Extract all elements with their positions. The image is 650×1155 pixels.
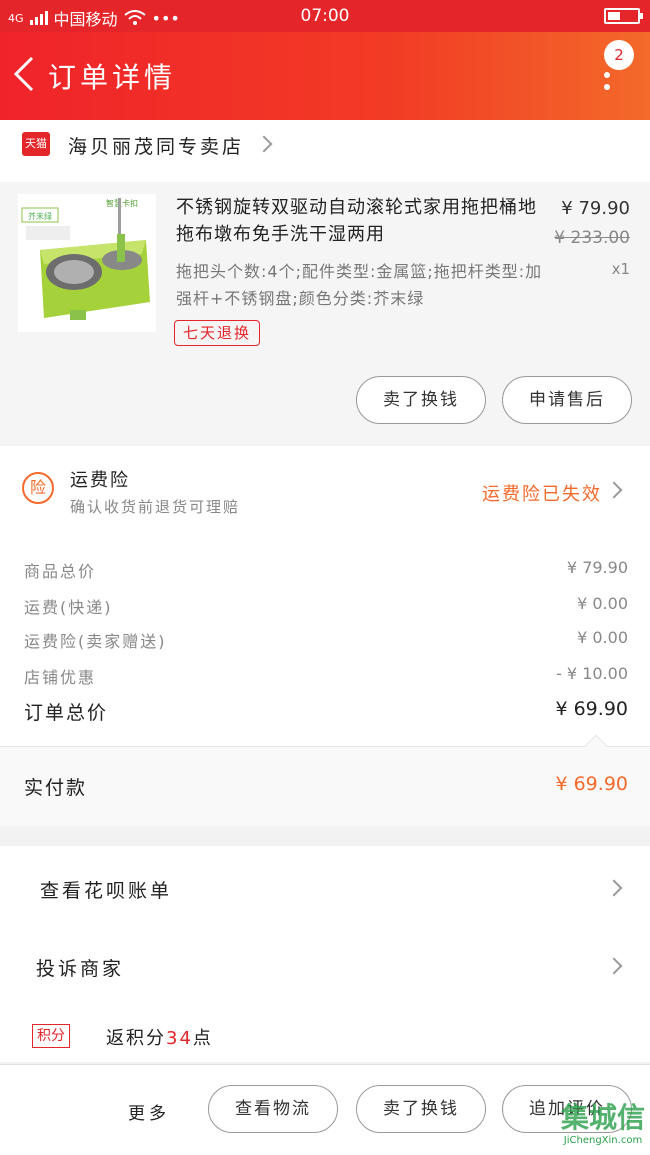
order-links: 查看花呗账单 投诉商家 积分 返积分34点 — [0, 846, 650, 1062]
cost-row: 运费(快递) ¥ 0.00 — [24, 594, 628, 618]
status-bar: 4G 中国移动 ••• 07:00 — [0, 0, 650, 32]
huabei-bill-link[interactable]: 查看花呗账单 — [0, 850, 650, 926]
clock: 07:00 — [300, 6, 350, 26]
chevron-right-icon — [255, 135, 273, 153]
page-title: 订单详情 — [48, 61, 177, 94]
after-sales-button[interactable]: 申请售后 — [502, 376, 632, 424]
order-total-row: 订单总价 ¥ 69.90 — [24, 698, 628, 725]
cost-label: 订单总价 — [24, 702, 109, 724]
title-bar: 订单详情 2 — [0, 32, 650, 120]
cost-value: - ¥ 10.00 — [556, 664, 628, 683]
cost-label: 商品总价 — [24, 562, 97, 581]
points-reward-row: 积分 返积分34点 — [0, 1002, 650, 1062]
product-title[interactable]: 不锈钢旋转双驱动自动滚轮式家用拖把桶地拖布墩布免手洗干湿两用 — [176, 194, 548, 248]
seven-day-return-tag: 七天退换 — [174, 320, 261, 346]
points-number: 34 — [166, 1028, 193, 1049]
cost-value: ¥ 79.90 — [566, 558, 628, 577]
image-tag-label: 智慧卡扣 — [106, 198, 138, 208]
mop-bucket-illustration: 芥末绿 智慧卡扣 — [21, 198, 150, 320]
bottom-action-bar: 更多 查看物流 卖了换钱 追加评价 集城信 JiChengXin.com — [0, 1064, 650, 1155]
chevron-right-icon — [605, 879, 623, 897]
points-tag: 积分 — [32, 1024, 70, 1048]
chevron-right-icon — [605, 957, 623, 975]
product-price: ¥ 79.90 — [561, 198, 630, 219]
insurance-subtitle: 确认收货前退货可理赔 — [70, 498, 241, 516]
cost-value: ¥ 0.00 — [577, 628, 628, 647]
cost-label: 店铺优惠 — [24, 668, 97, 687]
cost-label: 运费险(卖家赠送) — [24, 632, 167, 651]
product-original-price: ¥ 233.00 — [554, 228, 630, 248]
product-quantity: x1 — [611, 260, 630, 278]
shop-name[interactable]: 海贝丽茂同专卖店 — [68, 132, 244, 159]
insurance-icon: 险 — [22, 472, 54, 504]
chevron-right-icon — [605, 481, 623, 499]
cost-row: 运费险(卖家赠送) ¥ 0.00 — [24, 628, 628, 652]
message-badge[interactable]: 2 — [604, 40, 634, 70]
shipping-insurance-row[interactable]: 险 运费险 确认收货前退货可理赔 运费险已失效 — [0, 446, 650, 530]
cost-row: 商品总价 ¥ 79.90 — [24, 558, 628, 582]
watermark-logo: 集城信 JiChengXin.com — [560, 1101, 645, 1146]
shop-row[interactable]: 天猫 海贝丽茂同专卖店 — [0, 120, 650, 182]
insurance-status: 运费险已失效 — [482, 484, 602, 505]
link-label: 投诉商家 — [36, 958, 125, 980]
actual-payment-value: ¥ 69.90 — [555, 773, 628, 795]
complain-merchant-link[interactable]: 投诉商家 — [0, 928, 650, 1004]
product-card[interactable]: 芥末绿 智慧卡扣 不锈钢旋转双驱动自动滚轮式家用拖把桶地拖布墩布免手洗干湿两用 … — [0, 182, 650, 444]
insurance-title: 运费险 — [70, 470, 130, 491]
cost-row: 店铺优惠 - ¥ 10.00 — [24, 664, 628, 688]
cost-breakdown: 商品总价 ¥ 79.90 运费(快递) ¥ 0.00 运费险(卖家赠送) ¥ 0.00… — [0, 530, 650, 746]
battery-icon — [604, 8, 643, 24]
more-menu-icon[interactable] — [604, 72, 610, 96]
image-brand-label: 芥末绿 — [28, 211, 52, 221]
actual-payment-row: 实付款 ¥ 69.90 — [0, 734, 650, 826]
tmall-logo: 天猫 — [22, 132, 50, 156]
view-logistics-button[interactable]: 查看物流 — [208, 1085, 338, 1133]
resell-button[interactable]: 卖了换钱 — [356, 376, 486, 424]
product-image[interactable]: 芥末绿 智慧卡扣 — [18, 194, 156, 332]
cost-value: ¥ 0.00 — [577, 594, 628, 613]
points-text: 返积分34点 — [106, 1028, 213, 1049]
cost-value: ¥ 69.90 — [555, 698, 628, 720]
cost-label: 运费(快递) — [24, 598, 113, 617]
resell-button[interactable]: 卖了换钱 — [356, 1085, 486, 1133]
actual-payment-label: 实付款 — [24, 777, 88, 799]
link-label: 查看花呗账单 — [40, 880, 173, 902]
product-specs: 拖把头个数:4个;配件类型:金属篮;拖把杆类型:加强杆+不锈钢盘;颜色分类:芥末… — [176, 262, 543, 308]
more-button[interactable]: 更多 — [128, 1099, 170, 1124]
back-arrow-icon[interactable] — [8, 52, 48, 96]
